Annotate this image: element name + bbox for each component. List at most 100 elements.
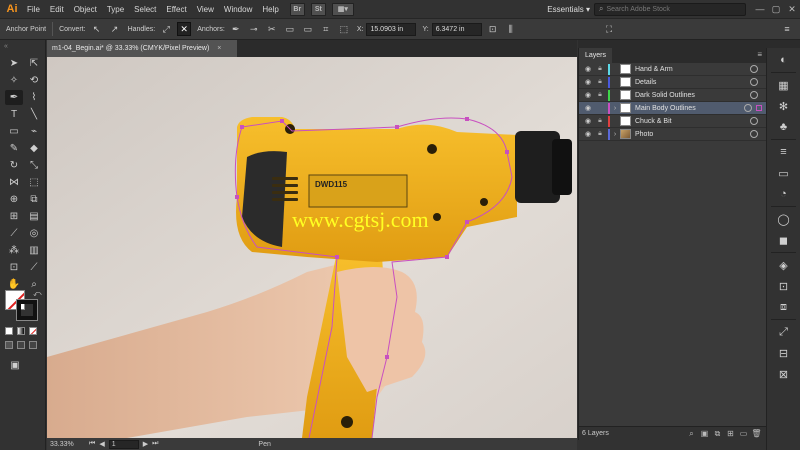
- convert-corner-icon[interactable]: ↖: [90, 22, 104, 36]
- arrange-documents-icon[interactable]: ▦▾: [331, 2, 354, 16]
- layer-row[interactable]: ◉ 🔒︎ Chuck & Bit: [579, 115, 766, 128]
- isolate-icon[interactable]: ▭: [283, 22, 297, 36]
- cut-path-icon[interactable]: ✂: [265, 22, 279, 36]
- menu-type[interactable]: Type: [102, 5, 129, 14]
- layer-row[interactable]: ◉ 🔒︎ Details: [579, 76, 766, 89]
- stroke-swatch[interactable]: [16, 299, 38, 321]
- status-current-tool[interactable]: Pen: [258, 441, 270, 448]
- screen-mode-icon[interactable]: ▣: [6, 358, 24, 373]
- brushes-panel-icon[interactable]: ✻: [774, 97, 794, 115]
- menu-edit[interactable]: Edit: [45, 5, 69, 14]
- target-icon[interactable]: [750, 117, 758, 125]
- reference-point-icon[interactable]: ⊡: [486, 22, 500, 36]
- remove-anchor-icon[interactable]: ✒: [229, 22, 243, 36]
- visibility-eye-icon[interactable]: ◉: [582, 65, 594, 73]
- layer-row-selected[interactable]: ◉ › Main Body Outlines: [579, 102, 766, 115]
- align-icon[interactable]: ▭: [301, 22, 315, 36]
- target-icon[interactable]: [750, 130, 758, 138]
- document-tab[interactable]: m1-04_Begin.ai* @ 33.33% (CMYK/Pixel Pre…: [47, 40, 237, 57]
- type-tool-icon[interactable]: T: [5, 107, 23, 122]
- fill-stroke-swatches[interactable]: ⤺: [5, 289, 42, 322]
- selection-indicator-icon[interactable]: [756, 105, 762, 111]
- rotate-tool-icon[interactable]: ↻: [5, 158, 23, 173]
- stroke-panel-icon[interactable]: ≡: [774, 143, 794, 161]
- visibility-eye-icon[interactable]: ◉: [582, 78, 594, 86]
- none-icon[interactable]: [29, 327, 37, 335]
- layer-name[interactable]: Dark Solid Outlines: [635, 92, 750, 99]
- appearance-panel-icon[interactable]: ◯: [774, 210, 794, 228]
- curvature-tool-icon[interactable]: ⌇: [25, 90, 43, 105]
- transform-panel-icon[interactable]: ⛶: [602, 22, 616, 36]
- visibility-eye-icon[interactable]: ◉: [582, 117, 594, 125]
- pen-tool-icon[interactable]: ✒: [5, 90, 23, 105]
- expand-chevron-icon[interactable]: ›: [610, 131, 620, 138]
- layer-row[interactable]: ◉ 🔒︎ Dark Solid Outlines: [579, 89, 766, 102]
- symbols-panel-icon[interactable]: ♣: [774, 118, 794, 136]
- show-handles-icon[interactable]: ⤢: [159, 22, 173, 36]
- graphic-styles-panel-icon[interactable]: ◼: [774, 231, 794, 249]
- artboards-panel-icon[interactable]: ⊡: [774, 277, 794, 295]
- lock-icon[interactable]: 🔒︎: [594, 65, 606, 73]
- minimize-icon[interactable]: —: [752, 4, 768, 14]
- y-coordinate-field[interactable]: 6.3472 in: [431, 22, 482, 36]
- eraser-tool-icon[interactable]: ◆: [25, 141, 43, 156]
- menu-file[interactable]: File: [22, 5, 45, 14]
- locate-object-icon[interactable]: ⌕: [685, 429, 698, 439]
- rectangle-tool-icon[interactable]: ▭: [5, 124, 23, 139]
- clipping-mask-icon[interactable]: ▣: [698, 429, 711, 438]
- paintbrush-tool-icon[interactable]: ⌁: [25, 124, 43, 139]
- selection-tool-icon[interactable]: ➤: [5, 56, 23, 71]
- collapse-icon[interactable]: «: [4, 43, 8, 50]
- draw-inside-icon[interactable]: [29, 341, 37, 349]
- layer-name[interactable]: Photo: [635, 131, 750, 138]
- first-artboard-icon[interactable]: ⏮: [89, 440, 95, 449]
- draw-normal-icon[interactable]: [5, 341, 13, 349]
- scale-tool-icon[interactable]: ⤡: [25, 158, 43, 173]
- control-menu-icon[interactable]: ≡: [780, 22, 794, 36]
- connect-anchor-icon[interactable]: ⊸: [247, 22, 261, 36]
- free-transform-tool-icon[interactable]: ⬚: [25, 175, 43, 190]
- width-tool-icon[interactable]: ⋈: [5, 175, 23, 190]
- image-trace-panel-icon[interactable]: ⧈: [774, 298, 794, 316]
- mesh-tool-icon[interactable]: ⊞: [5, 209, 23, 224]
- blend-tool-icon[interactable]: ◎: [25, 226, 43, 241]
- delete-layer-icon[interactable]: 🗑︎: [750, 429, 763, 438]
- x-coordinate-field[interactable]: 15.0903 in: [366, 22, 417, 36]
- swatches-panel-icon[interactable]: ▦: [774, 76, 794, 94]
- artboard-tool-icon[interactable]: ⊡: [5, 260, 23, 275]
- color-panel-icon[interactable]: ◐: [774, 51, 794, 69]
- stock-button[interactable]: St: [310, 2, 326, 16]
- gradient-tool-icon[interactable]: ▤: [25, 209, 43, 224]
- artboard-number-field[interactable]: 1: [108, 439, 139, 449]
- slice-tool-icon[interactable]: ⟋: [25, 260, 43, 275]
- transform-panel-dock-icon[interactable]: ⤢: [774, 323, 794, 341]
- convert-smooth-icon[interactable]: ↗: [108, 22, 122, 36]
- close-document-icon[interactable]: ×: [217, 45, 221, 52]
- next-artboard-icon[interactable]: ▶: [143, 440, 148, 449]
- menu-help[interactable]: Help: [257, 5, 283, 14]
- pathfinder-panel-icon[interactable]: ⊠: [774, 365, 794, 383]
- zoom-level[interactable]: 33.33%: [47, 441, 81, 448]
- previous-artboard-icon[interactable]: ◀: [99, 440, 104, 449]
- layer-name[interactable]: Details: [635, 79, 750, 86]
- layer-name[interactable]: Hand & Arm: [635, 66, 750, 73]
- new-sublayer-icon[interactable]: ⧉: [711, 429, 724, 439]
- layer-name[interactable]: Main Body Outlines: [635, 105, 744, 112]
- visibility-eye-icon[interactable]: ◉: [582, 130, 594, 138]
- layers-panel-icon[interactable]: ◈: [774, 256, 794, 274]
- symbol-sprayer-tool-icon[interactable]: ⁂: [5, 243, 23, 258]
- swap-fill-stroke-icon[interactable]: ⤺: [33, 289, 42, 299]
- color-icon[interactable]: [5, 327, 13, 335]
- lock-icon[interactable]: 🔒︎: [594, 117, 606, 125]
- gradient-panel-icon[interactable]: ▭: [774, 164, 794, 182]
- close-window-icon[interactable]: ✕: [784, 4, 800, 15]
- workspace-switcher[interactable]: Essentials ▾: [547, 5, 590, 14]
- menu-object[interactable]: Object: [69, 5, 102, 14]
- menu-effect[interactable]: Effect: [161, 5, 191, 14]
- artboard-canvas[interactable]: DWD115 www.cgtsj.com: [47, 57, 577, 438]
- draw-behind-icon[interactable]: [17, 341, 25, 349]
- last-artboard-icon[interactable]: ⏭: [152, 440, 158, 449]
- layers-tab[interactable]: Layers: [579, 48, 613, 63]
- visibility-eye-icon[interactable]: ◉: [582, 104, 594, 112]
- shaper-tool-icon[interactable]: ✎: [5, 141, 23, 156]
